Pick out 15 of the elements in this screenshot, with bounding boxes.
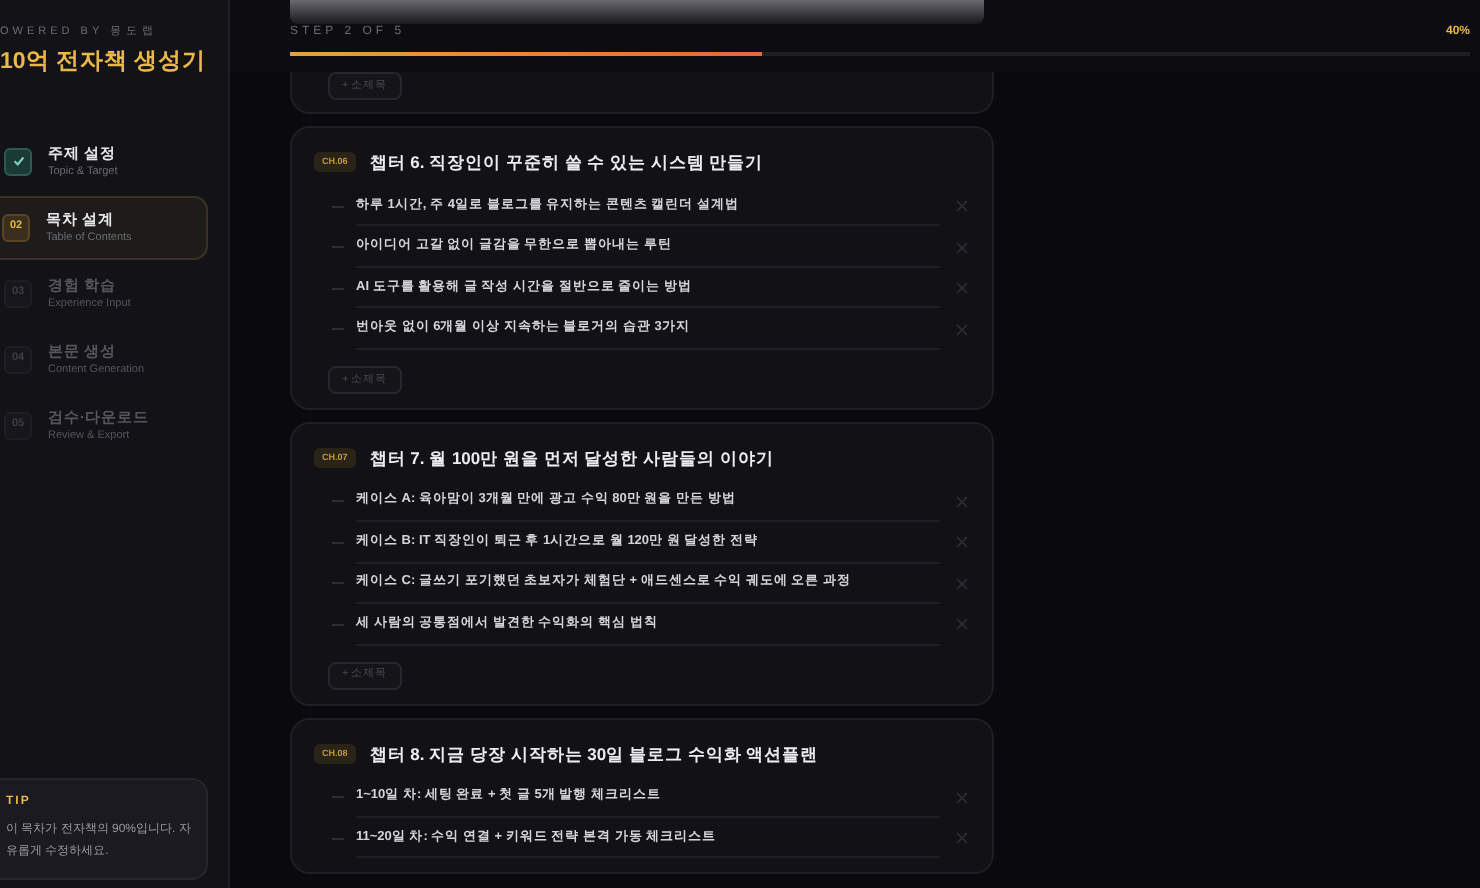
chapter-title: 챕터 8. 지금 당장 시작하는 30일 블로그 수익화 액션플랜 (369, 741, 819, 767)
close-icon[interactable] (956, 495, 968, 508)
close-icon[interactable] (956, 791, 968, 803)
close-icon[interactable] (956, 241, 968, 253)
close-icon[interactable] (956, 618, 968, 631)
close-icon[interactable] (956, 200, 968, 212)
close-icon[interactable] (956, 282, 968, 294)
check-icon (4, 147, 32, 175)
chapter-title: 챕터 7. 월 100만 원을 먼저 달성한 사람들의 이야기 (369, 445, 774, 471)
close-icon[interactable] (956, 536, 968, 549)
chapter-title: 챕터 6. 직장인이 꾸준히 쓸 수 있는 시스템 만들기 (369, 150, 764, 176)
close-icon[interactable] (956, 323, 968, 335)
app-title: 10억 전자책 생성기 (0, 48, 209, 79)
close-icon[interactable] (956, 832, 968, 844)
close-icon[interactable] (956, 577, 968, 590)
